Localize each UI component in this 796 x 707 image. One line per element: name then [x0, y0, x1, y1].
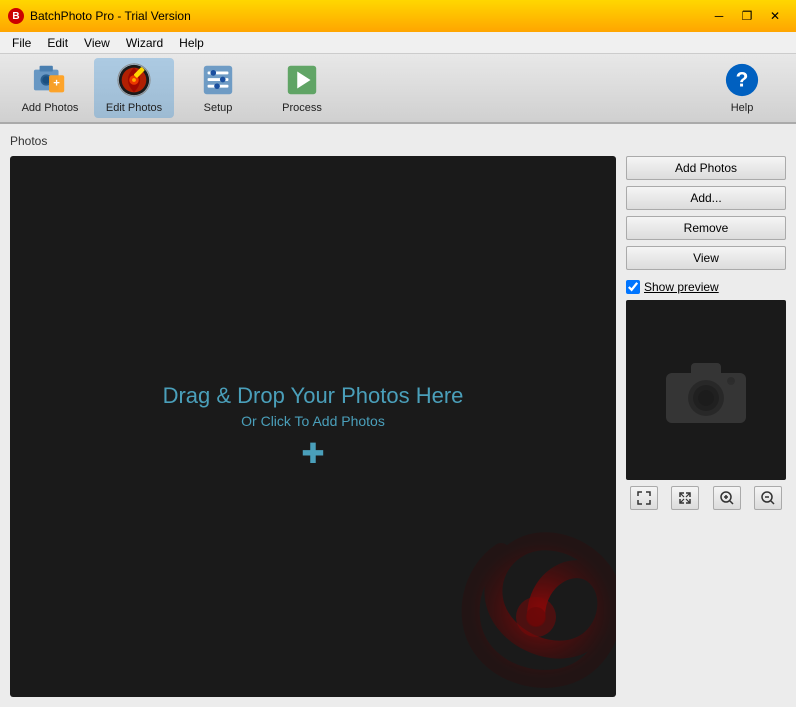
- menu-help[interactable]: Help: [171, 34, 212, 52]
- help-label: Help: [731, 102, 754, 114]
- toolbar-add-photos[interactable]: + Add Photos: [10, 58, 90, 118]
- menu-file[interactable]: File: [4, 34, 39, 52]
- zoom-out-button[interactable]: [754, 486, 782, 510]
- app-icon: B: [8, 8, 24, 24]
- svg-text:+: +: [53, 78, 60, 90]
- process-label: Process: [282, 102, 322, 114]
- window-controls: ─ ❐ ✕: [706, 6, 788, 26]
- fit-view-button[interactable]: [630, 486, 658, 510]
- expand-icon: [678, 491, 692, 505]
- process-icon: [283, 62, 321, 98]
- preview-box: [626, 300, 786, 480]
- photos-area: Drag & Drop Your Photos Here Or Click To…: [10, 156, 786, 697]
- preview-controls: [626, 486, 786, 510]
- menu-view[interactable]: View: [76, 34, 118, 52]
- help-icon: ?: [723, 62, 761, 98]
- zoom-out-icon: [761, 491, 775, 505]
- drop-zone[interactable]: Drag & Drop Your Photos Here Or Click To…: [10, 156, 616, 697]
- add-photos-icon: +: [31, 62, 69, 98]
- edit-photos-label: Edit Photos: [106, 102, 162, 114]
- dropzone-primary-text: Drag & Drop Your Photos Here: [163, 383, 464, 409]
- edit-photos-icon: [115, 62, 153, 98]
- close-button[interactable]: ✕: [762, 6, 788, 26]
- show-preview-label[interactable]: Show preview: [644, 280, 719, 294]
- svg-text:?: ?: [736, 69, 749, 92]
- toolbar: + Add Photos Edit Photos Setup: [0, 54, 796, 124]
- toolbar-process[interactable]: Process: [262, 58, 342, 118]
- menu-edit[interactable]: Edit: [39, 34, 76, 52]
- restore-button[interactable]: ❐: [734, 6, 760, 26]
- toolbar-edit-photos[interactable]: Edit Photos: [94, 58, 174, 118]
- main-content: Photos Drag & Drop Your Photos Here Or C…: [0, 124, 796, 707]
- expand-view-button[interactable]: [671, 486, 699, 510]
- view-button[interactable]: View: [626, 246, 786, 270]
- add-photos-button[interactable]: Add Photos: [626, 156, 786, 180]
- spiral-decoration: [436, 517, 616, 697]
- preview-checkbox-row: Show preview: [626, 280, 786, 294]
- window-title: BatchPhoto Pro - Trial Version: [30, 9, 706, 23]
- add-button[interactable]: Add...: [626, 186, 786, 210]
- show-preview-checkbox[interactable]: [626, 280, 640, 294]
- zoom-in-button[interactable]: [713, 486, 741, 510]
- menu-wizard[interactable]: Wizard: [118, 34, 171, 52]
- zoom-in-icon: [720, 491, 734, 505]
- remove-button[interactable]: Remove: [626, 216, 786, 240]
- setup-label: Setup: [204, 102, 233, 114]
- dropzone-secondary-text: Or Click To Add Photos: [241, 413, 385, 429]
- title-bar: B BatchPhoto Pro - Trial Version ─ ❐ ✕: [0, 0, 796, 32]
- toolbar-setup[interactable]: Setup: [178, 58, 258, 118]
- toolbar-help[interactable]: ? Help: [702, 58, 782, 118]
- preview-section: Show preview: [626, 280, 786, 510]
- menu-bar: File Edit View Wizard Help: [0, 32, 796, 54]
- add-photos-label: Add Photos: [22, 102, 79, 114]
- dropzone-plus-icon: ✚: [301, 437, 324, 470]
- section-title: Photos: [10, 134, 786, 148]
- fit-icon: [637, 491, 651, 505]
- setup-icon: [199, 62, 237, 98]
- right-panel: Add Photos Add... Remove View Show previ…: [626, 156, 786, 697]
- camera-icon: [661, 353, 751, 428]
- minimize-button[interactable]: ─: [706, 6, 732, 26]
